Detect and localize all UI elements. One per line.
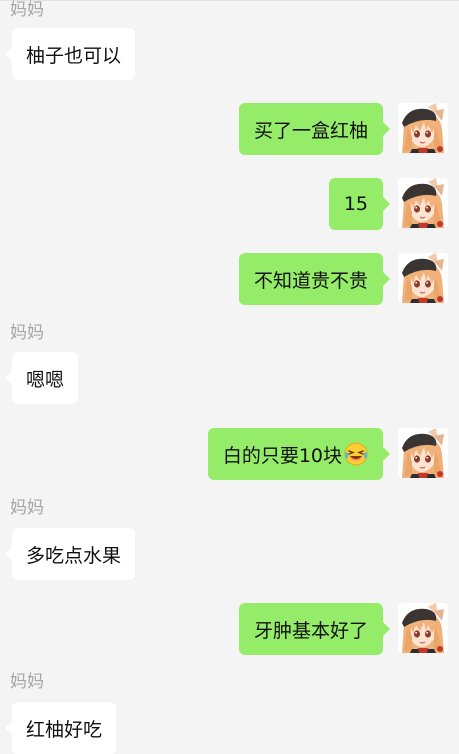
- anime-girl-avatar-icon: [398, 428, 448, 478]
- outgoing-message-bubble[interactable]: 15: [328, 178, 391, 230]
- message-text: 嗯嗯: [26, 368, 65, 391]
- message-text: 买了一盒红柚: [253, 119, 368, 142]
- message-text: 白的只要10块: [222, 444, 342, 467]
- message-text: 15: [343, 193, 368, 215]
- sender-name: 妈妈: [10, 498, 44, 518]
- outgoing-message-bubble[interactable]: 买了一盒红柚: [238, 103, 391, 155]
- user-avatar[interactable]: [398, 428, 448, 478]
- incoming-message-bubble[interactable]: 多吃点水果: [4, 528, 136, 580]
- message-text: 多吃点水果: [26, 544, 122, 567]
- message-text: 牙肿基本好了: [253, 619, 368, 642]
- top-divider: [0, 0, 459, 1]
- incoming-message-bubble[interactable]: 柚子也可以: [4, 28, 136, 80]
- sender-name: 妈妈: [10, 0, 44, 20]
- outgoing-message-bubble[interactable]: 牙肿基本好了: [238, 603, 391, 655]
- incoming-message-bubble[interactable]: 红柚好吃: [4, 702, 117, 754]
- message-text: 不知道贵不贵: [253, 269, 368, 292]
- sender-name: 妈妈: [10, 323, 44, 343]
- user-avatar[interactable]: [398, 603, 448, 653]
- anime-girl-avatar-icon: [398, 603, 448, 653]
- laughing-crying-emoji-icon: [344, 442, 368, 466]
- outgoing-message-bubble[interactable]: 不知道贵不贵: [238, 253, 391, 305]
- incoming-message-bubble[interactable]: 嗯嗯: [4, 352, 79, 404]
- user-avatar[interactable]: [398, 103, 448, 153]
- anime-girl-avatar-icon: [398, 253, 448, 303]
- message-text: 红柚好吃: [26, 718, 103, 741]
- sender-name: 妈妈: [10, 672, 44, 692]
- anime-girl-avatar-icon: [398, 103, 448, 153]
- message-text: 柚子也可以: [26, 44, 122, 67]
- anime-girl-avatar-icon: [398, 178, 448, 228]
- outgoing-message-bubble[interactable]: 白的只要10块: [207, 428, 391, 480]
- user-avatar[interactable]: [398, 178, 448, 228]
- user-avatar[interactable]: [398, 253, 448, 303]
